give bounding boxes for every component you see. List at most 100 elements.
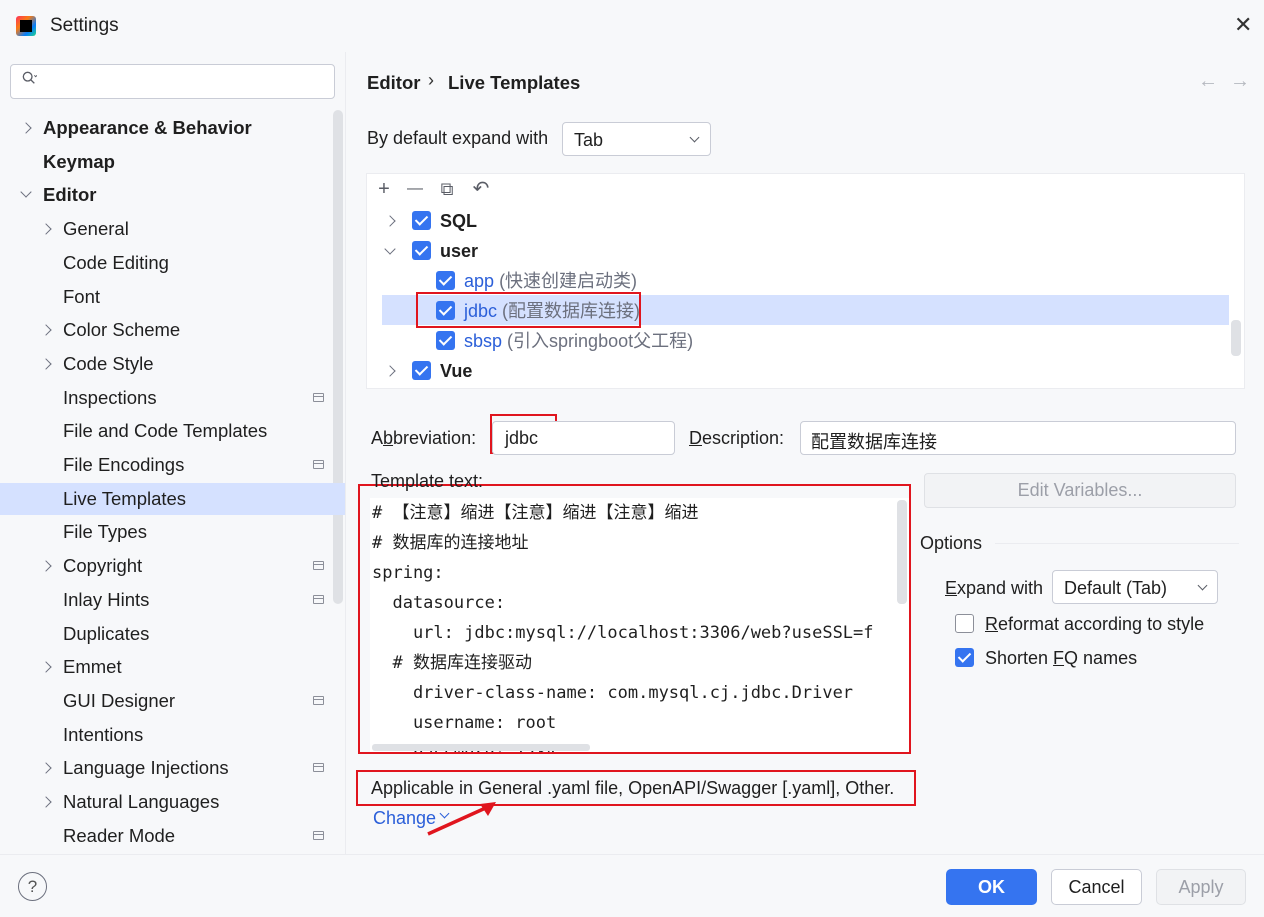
template-row[interactable]: jdbc (配置数据库连接)	[464, 296, 640, 326]
sidebar-item[interactable]: Live Templates	[0, 483, 345, 515]
sidebar-item-label: GUI Designer	[63, 690, 176, 711]
chevron-right-icon[interactable]	[20, 122, 32, 134]
chevron-right-icon[interactable]	[40, 324, 52, 336]
sidebar-item[interactable]: Inspections	[0, 382, 345, 414]
breadcrumb-current: Live Templates	[448, 72, 581, 93]
sidebar-item[interactable]: Emmet	[0, 651, 345, 683]
expand-with-value: Default (Tab)	[1064, 578, 1168, 598]
sidebar-item[interactable]: Copyright	[0, 550, 345, 582]
group-name: user	[440, 241, 479, 261]
project-scope-icon	[313, 393, 324, 402]
template-text-editor[interactable]: # 【注意】缩进【注意】缩进【注意】缩进 # 数据库的连接地址 spring: da…	[370, 498, 909, 752]
template-checkbox[interactable]	[436, 301, 455, 320]
templates-toolbar: + — ⧉ ↶	[366, 173, 1245, 204]
template-group-row[interactable]: SQL	[440, 206, 477, 236]
shorten-fq-label[interactable]: Shorten FQ names	[985, 648, 1137, 669]
template-description: (配置数据库连接)	[502, 301, 641, 321]
edit-variables-button[interactable]: Edit Variables...	[924, 473, 1236, 508]
sidebar-item[interactable]: File Encodings	[0, 449, 345, 481]
divider	[345, 52, 346, 854]
sidebar-item[interactable]: Intentions	[0, 719, 345, 751]
sidebar-item-label: Color Scheme	[63, 319, 181, 340]
sidebar-item[interactable]: Natural Languages	[0, 786, 345, 818]
add-icon[interactable]: +	[373, 178, 395, 200]
sidebar-item[interactable]: General	[0, 213, 345, 245]
project-scope-icon	[313, 763, 324, 772]
sidebar-item-label: File Encodings	[63, 454, 185, 475]
editor-horizontal-scrollbar[interactable]	[372, 744, 590, 751]
sidebar-item-label: Keymap	[43, 151, 115, 172]
template-description: (快速创建启动类)	[499, 271, 638, 291]
chevron-down-icon	[689, 132, 700, 143]
restore-icon[interactable]: ↶	[470, 178, 492, 200]
template-group-row[interactable]: user	[440, 236, 478, 266]
default-expand-select[interactable]: Tab	[562, 122, 711, 156]
sidebar-item[interactable]: File Types	[0, 516, 345, 548]
copy-icon[interactable]: ⧉	[436, 178, 458, 200]
code-line: # 【注意】缩进【注意】缩进【注意】缩进	[372, 503, 699, 523]
sidebar-item[interactable]: GUI Designer	[0, 685, 345, 717]
chevron-right-icon[interactable]	[40, 762, 52, 774]
sidebar-item[interactable]: Duplicates	[0, 618, 345, 650]
search-input[interactable]	[10, 64, 335, 99]
template-checkbox[interactable]	[436, 271, 455, 290]
chevron-right-icon[interactable]	[40, 560, 52, 572]
chevron-right-icon[interactable]	[40, 223, 52, 235]
sidebar-item-label: Font	[63, 286, 101, 307]
sidebar-item[interactable]: Editor	[0, 179, 345, 211]
sidebar-item[interactable]: Language Injections	[0, 752, 345, 784]
project-scope-icon	[313, 460, 324, 469]
title-bar: Settings ✕	[0, 0, 1264, 52]
code-line: username: root	[372, 713, 557, 733]
sidebar-item-label: Inlay Hints	[63, 589, 150, 610]
group-checkbox[interactable]	[412, 361, 431, 380]
settings-sidebar: Appearance & Behavior Keymap Editor General…	[0, 52, 345, 854]
sidebar-item-label: Live Templates	[63, 488, 187, 509]
footer-divider	[0, 854, 1264, 855]
sidebar-item-label: File and Code Templates	[63, 420, 268, 441]
help-button[interactable]: ?	[18, 872, 47, 901]
sidebar-item[interactable]: Font	[0, 281, 345, 313]
chevron-right-icon[interactable]	[40, 358, 52, 370]
reformat-checkbox[interactable]	[955, 614, 974, 633]
chevron-right-icon[interactable]	[40, 796, 52, 808]
sidebar-item[interactable]: Inlay Hints	[0, 584, 345, 616]
code-line: driver-class-name: com.mysql.cj.jdbc.Dri…	[372, 683, 854, 703]
editor-vertical-scrollbar[interactable]	[897, 500, 907, 604]
template-row[interactable]: app (快速创建启动类)	[464, 266, 637, 296]
sidebar-item-label: Natural Languages	[63, 791, 220, 812]
sidebar-item[interactable]: File and Code Templates	[0, 415, 345, 447]
template-name: sbsp	[464, 331, 503, 351]
chevron-right-icon[interactable]	[40, 661, 52, 673]
ok-button[interactable]: OK	[946, 869, 1037, 905]
sidebar-item-label: Editor	[43, 184, 97, 205]
apply-button[interactable]: Apply	[1156, 869, 1246, 905]
chevron-down-icon[interactable]	[20, 186, 32, 198]
sidebar-item[interactable]: Reader Mode	[0, 820, 345, 852]
sidebar-item-label: Emmet	[63, 656, 122, 677]
close-icon[interactable]: ✕	[1234, 12, 1252, 38]
remove-icon[interactable]: —	[404, 178, 426, 200]
group-checkbox[interactable]	[412, 211, 431, 230]
forward-arrow-icon[interactable]: →	[1230, 70, 1250, 93]
sidebar-item[interactable]: Code Style	[0, 348, 345, 380]
cancel-button[interactable]: Cancel	[1051, 869, 1142, 905]
back-arrow-icon[interactable]: ←	[1198, 70, 1218, 93]
sidebar-item[interactable]: Color Scheme	[0, 314, 345, 346]
expand-with-select[interactable]: Default (Tab)	[1052, 570, 1218, 604]
template-checkbox[interactable]	[436, 331, 455, 350]
sidebar-item[interactable]: Keymap	[0, 146, 345, 178]
sidebar-item[interactable]: Appearance & Behavior	[0, 112, 345, 144]
sidebar-item[interactable]: Code Editing	[0, 247, 345, 279]
reformat-label[interactable]: Reformat according to style	[985, 614, 1204, 635]
sidebar-item-label: Intentions	[63, 724, 144, 745]
expand-with-label: Expand with	[945, 578, 1044, 598]
group-checkbox[interactable]	[412, 241, 431, 260]
sidebar-item-label: Appearance & Behavior	[43, 117, 252, 138]
template-row[interactable]: sbsp (引入springboot父工程)	[464, 326, 693, 356]
template-group-row[interactable]: Vue	[440, 356, 472, 386]
breadcrumb-editor[interactable]: Editor	[367, 72, 420, 94]
sidebar-item-label: File Types	[63, 521, 147, 542]
shorten-fq-checkbox[interactable]	[955, 648, 974, 667]
tree-scrollbar[interactable]	[1231, 320, 1241, 356]
